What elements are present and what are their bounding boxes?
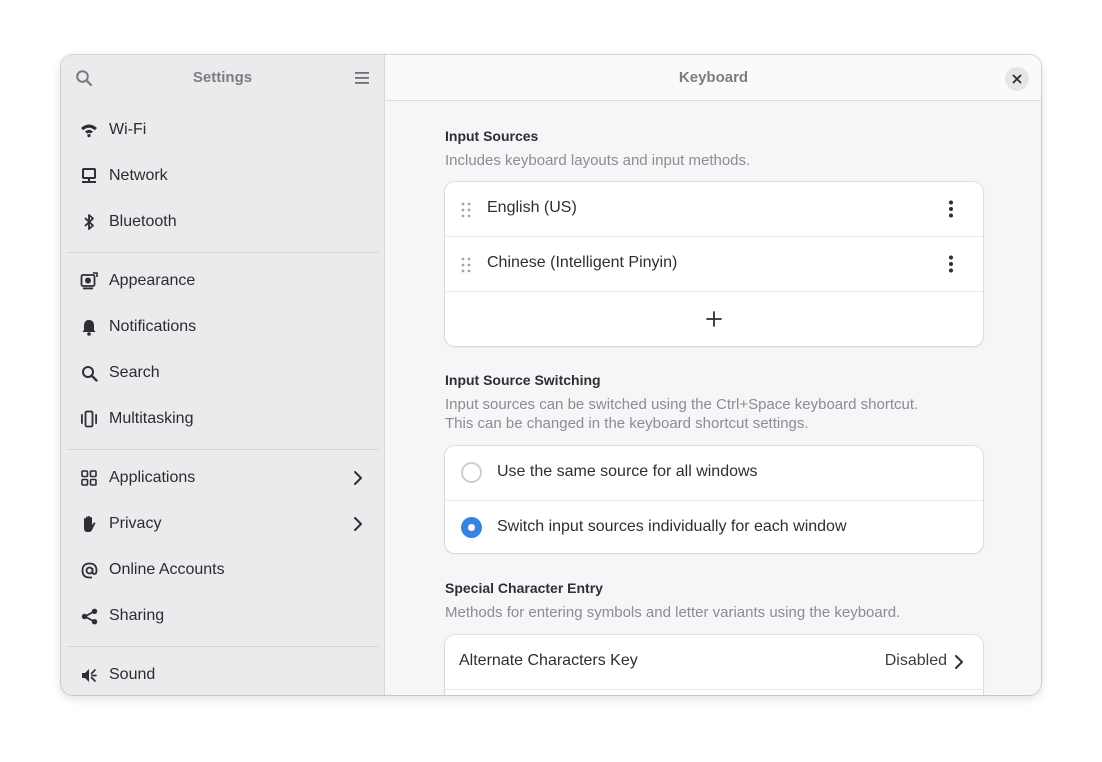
sidebar-item-search[interactable]: Search [67,353,379,393]
plus-icon [706,311,722,327]
alternate-characters-key-row[interactable]: Alternate Characters Key Disabled [445,635,983,690]
sidebar-item-bluetooth[interactable]: Bluetooth [67,202,379,242]
sidebar-item-wifi[interactable]: Wi-Fi [67,110,379,150]
special-character-title: Special Character Entry [445,580,603,596]
sidebar-item-network[interactable]: Network [67,156,379,196]
alternate-characters-key-value: Disabled [884,652,947,669]
drag-handle-icon[interactable] [460,201,472,219]
input-source-label: English (US) [487,199,577,216]
input-source-row[interactable]: English (US) [445,182,983,237]
input-sources-description: Includes keyboard layouts and input meth… [445,152,751,169]
sidebar-item-online-accounts[interactable]: Online Accounts [67,550,379,590]
sidebar-item-multitasking[interactable]: Multitasking [67,399,379,439]
sidebar-divider [67,252,379,253]
sidebar-item-label: Wi-Fi [109,121,147,138]
sidebar-item-label: Network [109,167,168,184]
wifi-icon [79,120,99,140]
switching-options: Use the same source for all windows Swit… [445,446,983,553]
search-icon [79,363,99,383]
switching-title: Input Source Switching [445,372,601,388]
radio-option-individual[interactable]: Switch input sources individually for ea… [445,500,983,553]
page-title: Keyboard [678,69,749,86]
sidebar: Settings Wi-Fi Network Bluetooth Appeara… [61,55,385,695]
applications-icon [79,468,99,488]
sidebar-item-appearance[interactable]: Appearance [67,261,379,301]
input-sources-title: Input Sources [445,128,539,144]
sidebar-item-label: Multitasking [109,410,194,427]
sidebar-item-notifications[interactable]: Notifications [67,307,379,347]
bell-icon [79,317,99,337]
sidebar-item-label: Search [109,364,160,381]
at-icon [79,560,99,580]
alternate-characters-key-label: Alternate Characters Key [459,652,638,669]
multitasking-icon [79,409,99,429]
sidebar-item-sound[interactable]: Sound [67,655,379,695]
sidebar-item-sharing[interactable]: Sharing [67,596,379,636]
bluetooth-icon [79,212,99,232]
sidebar-item-label: Applications [109,469,196,486]
radio-label: Use the same source for all windows [497,463,758,480]
main-menu-button[interactable] [350,66,374,90]
drag-handle-icon[interactable] [460,256,472,274]
more-options-icon[interactable] [941,199,961,219]
sound-icon [79,665,99,685]
close-button[interactable] [1005,67,1029,91]
sidebar-divider [67,449,379,450]
sidebar-divider [67,646,379,647]
radio-option-same-source[interactable]: Use the same source for all windows [445,446,983,501]
close-icon [1012,74,1022,84]
sidebar-item-label: Appearance [109,272,196,289]
more-options-icon[interactable] [941,254,961,274]
sidebar-item-label: Online Accounts [109,561,225,578]
radio-button[interactable] [461,462,482,483]
settings-window: Settings Wi-Fi Network Bluetooth Appeara… [61,55,1041,695]
sidebar-item-label: Privacy [109,515,162,532]
main-header: Keyboard [386,55,1041,101]
special-character-options: Alternate Characters Key Disabled [445,635,983,695]
share-icon [79,606,99,626]
sidebar-item-label: Notifications [109,318,197,335]
chevron-right-icon [354,517,362,531]
sidebar-item-applications[interactable]: Applications [67,458,379,498]
compose-key-row[interactable] [445,689,983,695]
switching-description-line2: This can be changed in the keyboard shor… [445,415,809,432]
sidebar-item-label: Bluetooth [109,213,177,230]
chevron-right-icon [955,655,963,669]
add-input-source-button[interactable] [445,291,983,346]
sidebar-item-label: Sound [109,666,156,683]
network-icon [79,166,99,186]
input-source-row[interactable]: Chinese (Intelligent Pinyin) [445,236,983,291]
sidebar-header: Settings [61,55,384,101]
sidebar-item-label: Sharing [109,607,165,624]
sidebar-item-privacy[interactable]: Privacy [67,504,379,544]
sidebar-title: Settings [192,69,253,86]
main-panel: Keyboard Input Sources Includes keyboard… [386,55,1041,695]
chevron-right-icon [354,471,362,485]
hamburger-menu-icon [355,72,369,84]
radio-label: Switch input sources individually for ea… [497,518,847,535]
input-sources-list: English (US) Chinese (Intelligent Pinyin… [445,182,983,346]
input-source-label: Chinese (Intelligent Pinyin) [487,254,678,271]
appearance-icon [79,271,99,291]
switching-description-line1: Input sources can be switched using the … [445,396,919,413]
radio-button[interactable] [461,517,482,538]
hand-icon [79,514,99,534]
special-character-description: Methods for entering symbols and letter … [445,604,901,621]
